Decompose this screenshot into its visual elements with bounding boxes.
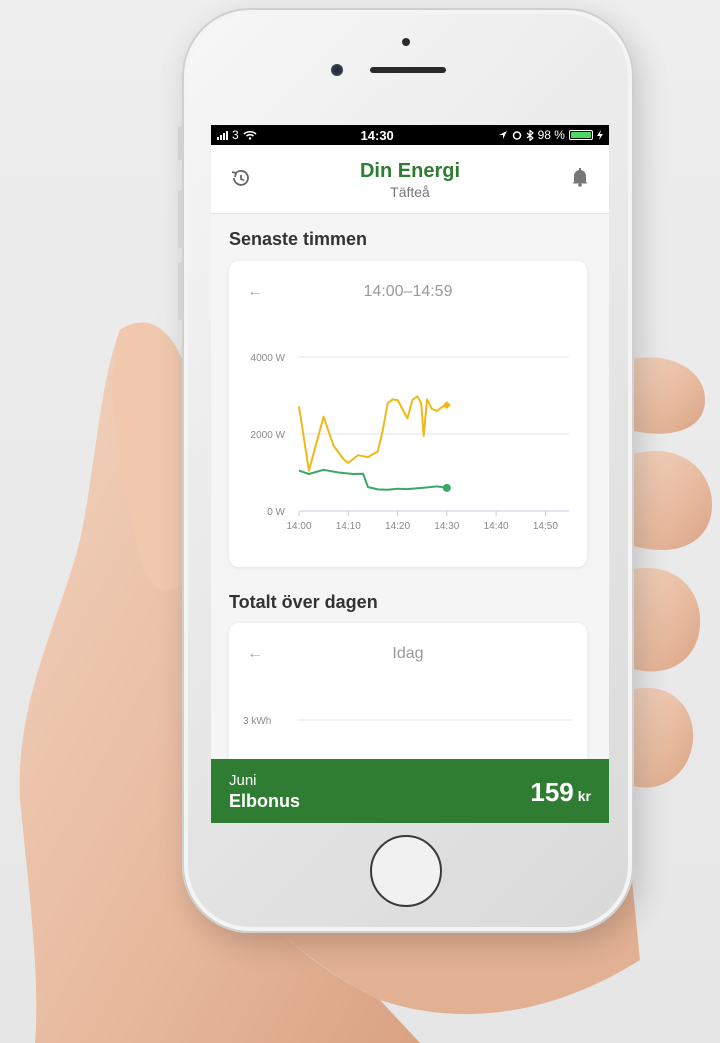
page-title: Din Energi — [359, 160, 460, 182]
y-tick-label: 0 W — [267, 507, 285, 518]
bonus-month: Juni — [229, 772, 257, 789]
x-tick-label: 14:50 — [533, 521, 558, 532]
front-camera — [331, 64, 343, 76]
daily-y-tick-label: 3 kWh — [243, 716, 271, 727]
bell-icon — [572, 168, 588, 187]
alarm-icon — [512, 131, 521, 140]
proximity-sensor — [402, 38, 410, 46]
elbonus-bar[interactable]: Juni Elbonus 159 kr — [211, 759, 609, 823]
series-endpoint-0 — [442, 401, 451, 410]
status-right: 98 % — [498, 128, 603, 142]
x-tick-label: 14:00 — [286, 521, 311, 532]
carrier-label: 3 — [232, 128, 239, 142]
phone-screen: 3 14:30 98 % Din Energi Täfteå Senaste t… — [211, 125, 609, 823]
battery-icon — [568, 130, 593, 140]
x-tick-label: 14:30 — [434, 521, 459, 532]
x-tick-label: 14:40 — [484, 521, 509, 532]
bonus-unit: kr — [577, 788, 591, 804]
stage: 3 14:30 98 % Din Energi Täfteå Senaste t… — [0, 0, 720, 1043]
bluetooth-icon — [526, 129, 534, 141]
y-tick-label: 4000 W — [251, 353, 286, 364]
section-title-daily: Totalt över dagen — [229, 592, 378, 612]
home-button[interactable] — [370, 835, 442, 907]
volume-down-button — [178, 262, 183, 320]
hourly-chart-card: ← 14:00–14:59 0 W 2000 W 4000 W 14:00 14:10 1… — [229, 261, 587, 567]
bonus-amount-wrap: 159 kr — [530, 777, 591, 808]
charging-bolt-icon — [596, 130, 603, 140]
location-arrow-icon — [498, 131, 507, 139]
notifications-button[interactable] — [571, 167, 589, 192]
mute-switch — [178, 126, 183, 160]
signal-strength-icon — [217, 130, 228, 140]
series-line-0 — [298, 395, 448, 472]
hourly-power-chart: 0 W 2000 W 4000 W 14:00 14:10 14:20 14:30 14:40… — [251, 353, 569, 532]
section-title-hourly: Senaste timmen — [229, 229, 368, 249]
x-tick-label: 14:20 — [385, 521, 410, 532]
battery-percent: 98 % — [537, 128, 565, 142]
y-tick-label: 2000 W — [251, 430, 286, 441]
bonus-label: Elbonus — [229, 791, 300, 811]
x-tick-label: 14:10 — [336, 521, 361, 532]
series-line-1 — [298, 468, 447, 491]
page-subtitle: Täfteå — [390, 184, 430, 200]
series-endpoint-1 — [442, 483, 451, 492]
wifi-icon — [243, 130, 257, 140]
status-left: 3 — [217, 128, 257, 142]
bonus-amount: 159 — [530, 777, 574, 807]
volume-up-button — [178, 190, 183, 248]
app-header: Din Energi Täfteå — [211, 145, 609, 214]
earpiece-speaker — [370, 67, 446, 73]
status-bar: 3 14:30 98 % — [211, 125, 609, 145]
status-time: 14:30 — [360, 127, 394, 143]
